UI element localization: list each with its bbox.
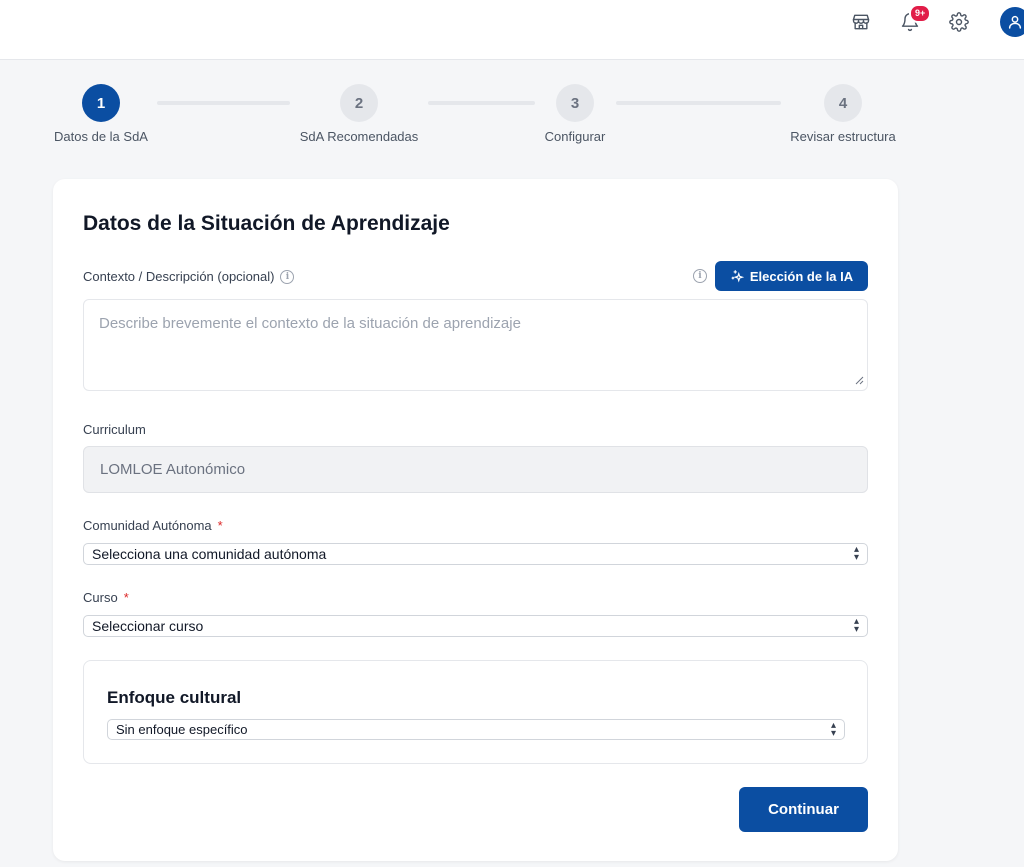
user-avatar[interactable] xyxy=(1000,7,1024,37)
step-connector xyxy=(616,101,781,105)
step-2-circle[interactable]: 2 xyxy=(340,84,378,122)
select-arrows-icon: ▴ ▾ xyxy=(853,544,859,563)
notification-badge: 9+ xyxy=(909,4,932,23)
store-icon[interactable] xyxy=(850,11,872,33)
comunidad-label: Comunidad Autónoma xyxy=(83,518,212,533)
step-1-circle[interactable]: 1 xyxy=(82,84,120,122)
step-connector xyxy=(157,101,290,105)
comunidad-label-row: Comunidad Autónoma * xyxy=(83,518,223,533)
top-bar: 9+ xyxy=(0,0,1024,60)
curso-label: Curso xyxy=(83,590,118,605)
required-mark: * xyxy=(123,590,129,605)
step-3-label: Configurar xyxy=(544,129,606,144)
page-title: Datos de la Situación de Aprendizaje xyxy=(83,212,450,235)
curso-select-value: Seleccionar curso xyxy=(92,618,204,634)
sparkles-icon xyxy=(731,270,744,283)
user-icon xyxy=(1008,15,1022,29)
comunidad-select[interactable]: Selecciona una comunidad autónoma ▴ ▾ xyxy=(83,543,868,565)
comunidad-select-value: Selecciona una comunidad autónoma xyxy=(92,546,327,562)
curso-label-row: Curso * xyxy=(83,590,129,605)
info-icon[interactable]: i xyxy=(280,269,295,284)
form-card: Datos de la Situación de Aprendizaje Con… xyxy=(53,179,898,861)
ai-choice-button[interactable]: Elección de la IA xyxy=(715,261,868,291)
step-4-circle[interactable]: 4 xyxy=(824,84,862,122)
enfoque-title: Enfoque cultural xyxy=(107,688,242,707)
enfoque-select[interactable]: Sin enfoque específico ▴ ▾ xyxy=(107,719,845,740)
curriculum-label: Curriculum xyxy=(83,422,146,437)
select-arrows-icon: ▴ ▾ xyxy=(853,616,859,635)
bell-icon[interactable]: 9+ xyxy=(899,4,932,33)
step-2-label: SdA Recomendadas xyxy=(299,129,419,144)
context-textarea[interactable] xyxy=(83,299,868,391)
step-1-label: Datos de la SdA xyxy=(54,129,148,144)
ai-button-label: Elección de la IA xyxy=(749,268,854,284)
select-arrows-icon: ▴ ▾ xyxy=(830,719,836,739)
step-4-label: Revisar estructura xyxy=(790,129,896,144)
gear-icon[interactable] xyxy=(948,11,970,33)
enfoque-section: Enfoque cultural Sin enfoque específico … xyxy=(83,660,868,764)
curriculum-field: LOMLOE Autonómico xyxy=(83,446,868,493)
ai-info-icon[interactable]: i xyxy=(693,269,707,283)
resize-handle-icon[interactable] xyxy=(855,376,864,385)
context-label: Contexto / Descripción (opcional) xyxy=(83,269,275,284)
step-connector xyxy=(428,101,535,105)
continue-button[interactable]: Continuar xyxy=(739,787,868,832)
enfoque-select-value: Sin enfoque específico xyxy=(116,722,248,737)
step-3-circle[interactable]: 3 xyxy=(556,84,594,122)
context-label-row: Contexto / Descripción (opcional) i xyxy=(83,269,295,284)
required-mark: * xyxy=(217,518,223,533)
curso-select[interactable]: Seleccionar curso ▴ ▾ xyxy=(83,615,868,637)
